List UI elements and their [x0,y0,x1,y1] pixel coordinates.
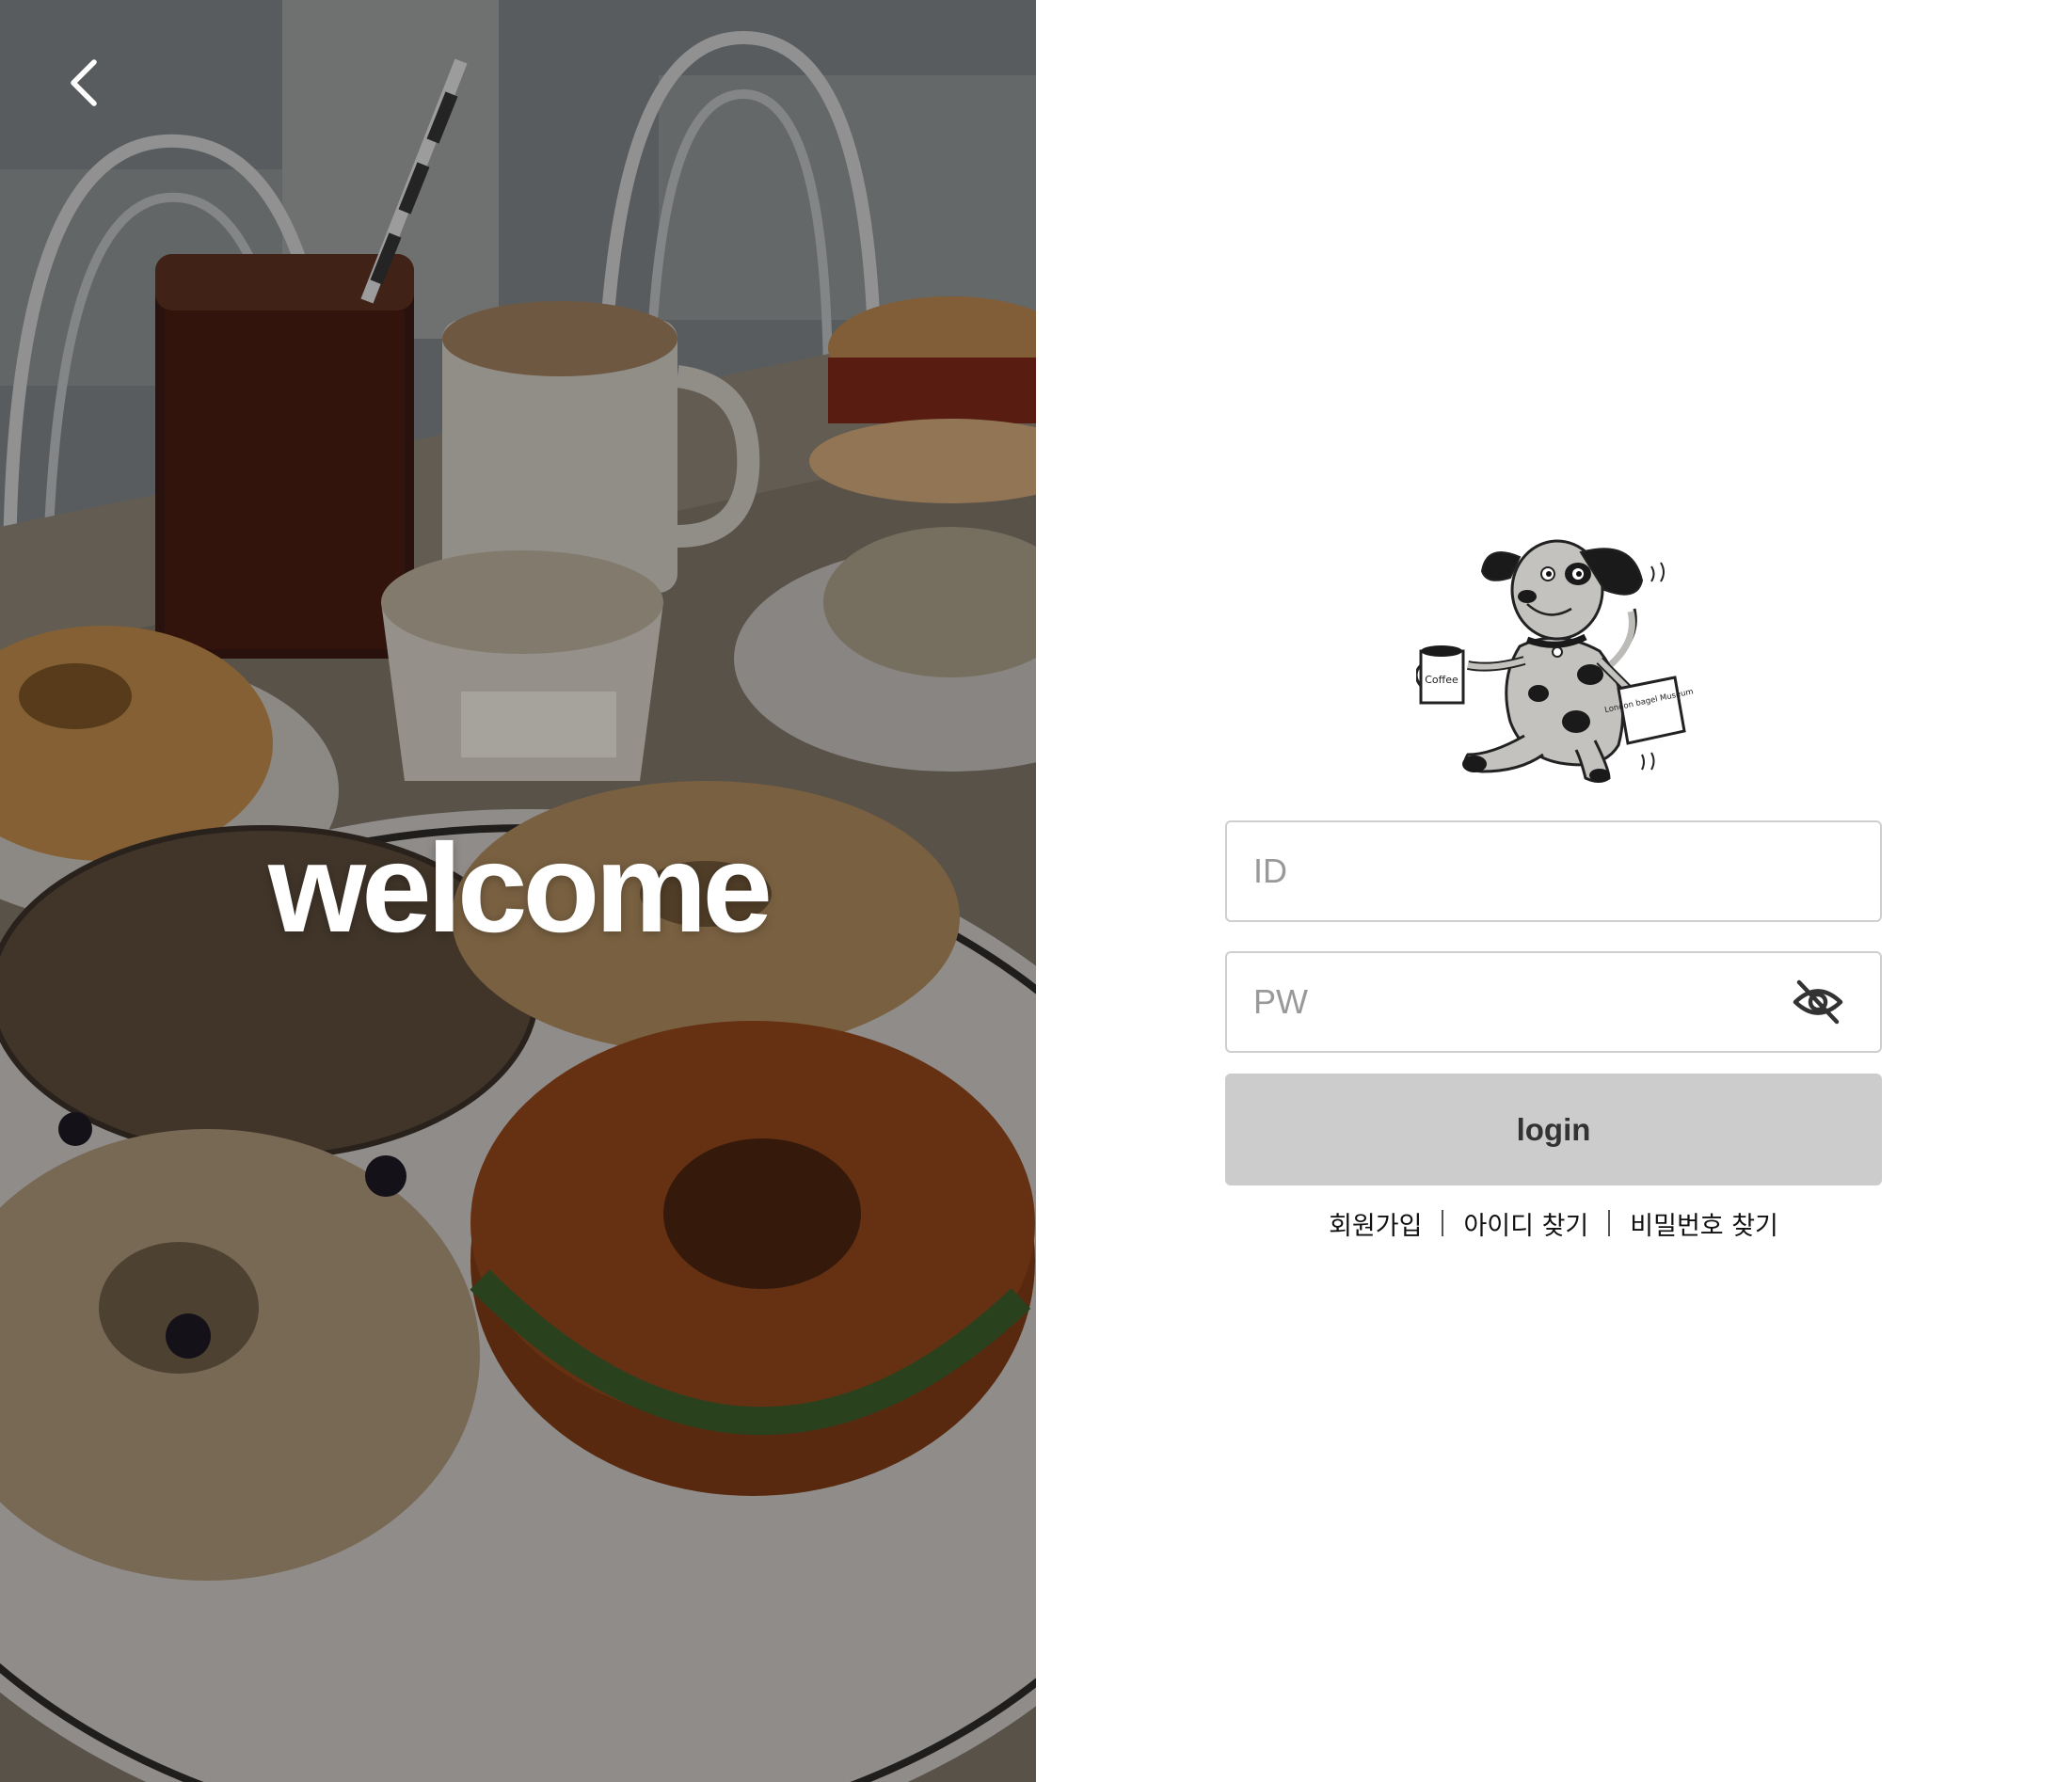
find-pw-link[interactable]: 비밀번호 찾기 [1610,1205,1798,1242]
account-links: 회원가입 아이디 찾기 비밀번호 찾기 [1225,1204,1882,1242]
pw-input[interactable] [1227,953,1880,1051]
chevron-left-icon [71,59,97,106]
login-page: welcome Coffee London bagel Museum ID lo… [0,0,2072,1782]
password-visibility-toggle[interactable] [1792,979,1844,1026]
id-input[interactable] [1227,822,1880,920]
welcome-title: welcome [267,819,773,959]
login-button[interactable]: login [1225,1074,1882,1185]
dog-mascot-logo: Coffee London bagel Museum [1416,529,1694,783]
find-id-link[interactable]: 아이디 찾기 [1443,1205,1608,1242]
signup-link[interactable]: 회원가입 [1309,1205,1442,1242]
eye-off-icon [1793,979,1843,1025]
id-field[interactable] [1225,820,1882,922]
hero-panel: welcome [0,0,1036,1782]
mascot-cup-text: Coffee [1425,674,1458,686]
dog-mascot-illustration: Coffee London bagel Museum [1416,539,1694,783]
back-button[interactable] [56,55,113,111]
pw-field[interactable] [1225,951,1882,1053]
